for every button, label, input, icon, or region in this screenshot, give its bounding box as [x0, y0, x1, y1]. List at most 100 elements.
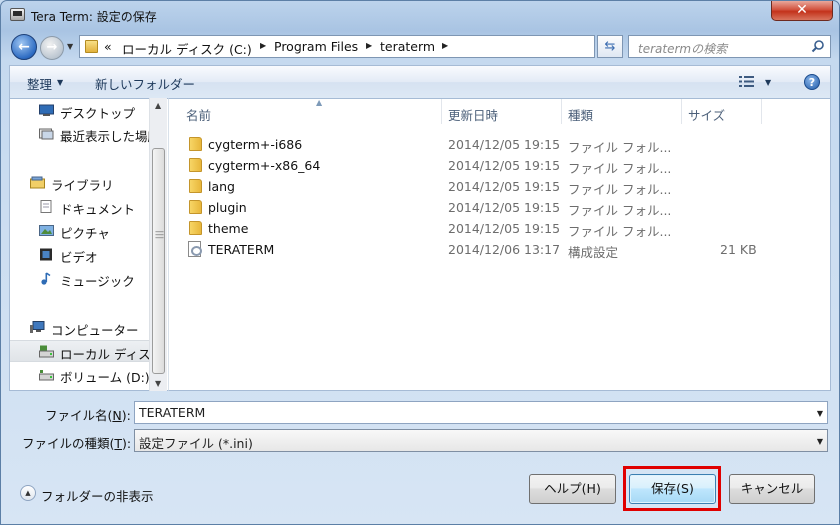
sidebar-item-music[interactable]: ミュージック — [10, 268, 151, 290]
navigation-pane[interactable]: デスクトップ 最近表示した場所 ライブラリ ドキュメント ピクチャ ビデオ ミュ… — [9, 98, 168, 391]
column-header-name[interactable]: 名前 ▲ — [180, 98, 442, 124]
navigation-scrollbar[interactable]: ▲ — — — ▼ — [149, 98, 167, 391]
filetype-value: 設定ファイル (*.ini) — [139, 436, 253, 451]
file-type: 構成設定 — [568, 245, 619, 260]
sidebar-item-label: ミュージック — [60, 274, 135, 289]
address-bar[interactable]: « ローカル ディスク (C:) ▶ Program Files ▶ terat… — [79, 35, 595, 58]
file-type: ファイル フォル... — [568, 182, 672, 197]
file-type: ファイル フォル... — [568, 161, 672, 176]
forward-arrow-icon[interactable]: → — [40, 36, 64, 60]
documents-icon — [40, 200, 52, 213]
breadcrumb-arrow-icon[interactable]: ▶ — [260, 41, 266, 50]
collapse-up-icon[interactable]: ▲ — [20, 485, 36, 501]
filename-field[interactable]: TERATERM ▼ — [134, 401, 828, 424]
folder-icon — [189, 200, 202, 214]
breadcrumb-local-disk[interactable]: ローカル ディスク (C:) — [122, 39, 252, 58]
sidebar-item-computer[interactable]: コンピューター — [10, 317, 151, 339]
sidebar-item-videos[interactable]: ビデオ — [10, 244, 151, 266]
sidebar-item-volume-d[interactable]: ボリューム (D:) — [10, 364, 151, 386]
file-date: 2014/12/05 19:15 — [448, 137, 561, 152]
videos-icon — [40, 248, 52, 261]
sidebar-item-library[interactable]: ライブラリ — [10, 172, 151, 194]
file-date: 2014/12/06 13:17 — [448, 242, 561, 257]
file-name: cygterm+-i686 — [208, 137, 303, 152]
sidebar-item-local-disk-c[interactable]: ローカル ディスク (C:) — [10, 340, 151, 362]
sidebar-item-pictures[interactable]: ピクチャ — [10, 220, 151, 242]
filetype-select[interactable]: 設定ファイル (*.ini) ▼ — [134, 429, 828, 452]
file-list[interactable]: 名前 ▲ 更新日時 種類 サイズ cygterm+-i686 2014/12/0… — [168, 98, 831, 391]
cancel-button[interactable]: キャンセル — [729, 474, 815, 504]
scrollbar-thumb[interactable] — [152, 148, 165, 374]
save-button-highlight — [623, 466, 721, 511]
hide-folders-toggle[interactable]: フォルダーの非表示 — [41, 486, 154, 505]
breadcrumb-arrow-icon[interactable]: ▶ — [366, 41, 372, 50]
file-row[interactable]: cygterm+-x86_64 2014/12/05 19:15 ファイル フォ… — [169, 155, 829, 176]
file-type: ファイル フォル... — [568, 140, 672, 155]
folder-icon — [189, 137, 202, 151]
library-icon — [30, 176, 45, 189]
back-arrow-icon[interactable]: ← — [11, 34, 37, 60]
sort-caret-icon: ▲ — [316, 98, 323, 107]
breadcrumb-teraterm[interactable]: teraterm — [380, 39, 435, 54]
column-header-size[interactable]: サイズ — [682, 99, 762, 124]
sidebar-item-label: コンピューター — [51, 323, 139, 338]
file-date: 2014/12/05 19:15 — [448, 221, 561, 236]
close-button[interactable]: ✕ — [771, 1, 833, 21]
sidebar-item-label: 最近表示した場所 — [60, 129, 151, 144]
title-bar[interactable]: Tera Term: 設定の保存 ✕ — [1, 1, 839, 29]
sidebar-item-desktop[interactable]: デスクトップ — [10, 100, 151, 122]
scrollbar-grip-icon: — — — — [155, 227, 164, 243]
organize-menu[interactable]: 整理 — [27, 74, 52, 93]
column-header-label: 名前 — [186, 108, 212, 123]
file-type: ファイル フォル... — [568, 203, 672, 218]
file-name: TERATERM — [208, 242, 275, 257]
column-header-label: 更新日時 — [448, 108, 499, 123]
config-file-icon — [188, 241, 202, 257]
sidebar-item-label: ローカル ディスク (C:) — [60, 347, 151, 362]
sidebar-item-label: ドキュメント — [60, 202, 136, 217]
file-row[interactable]: lang 2014/12/05 19:15 ファイル フォル... — [169, 176, 829, 197]
command-bar: 整理 ▼ 新しいフォルダー ▼ ? — [9, 65, 831, 98]
help-icon[interactable]: ? — [804, 74, 820, 90]
file-name: lang — [208, 179, 235, 194]
organize-dropdown-icon[interactable]: ▼ — [57, 78, 63, 87]
help-button[interactable]: ヘルプ(H) — [529, 474, 616, 504]
desktop-icon — [39, 104, 54, 116]
sidebar-item-recent-places[interactable]: 最近表示した場所 — [10, 123, 151, 145]
column-header-label: サイズ — [688, 108, 726, 123]
chevron-down-icon[interactable]: ▼ — [817, 409, 823, 418]
column-header-date[interactable]: 更新日時 — [442, 99, 562, 124]
search-box[interactable]: teratermの検索 — [628, 35, 831, 58]
view-options-icon[interactable] — [739, 75, 755, 88]
view-dropdown-icon[interactable]: ▼ — [765, 78, 771, 87]
sidebar-item-label: デスクトップ — [60, 106, 136, 121]
file-name: cygterm+-x86_64 — [208, 158, 321, 173]
music-icon — [41, 272, 51, 285]
breadcrumb-arrow-icon[interactable]: ▶ — [442, 41, 448, 50]
recent-pages-dropdown-icon[interactable]: ▼ — [67, 42, 73, 51]
column-header-label: 種類 — [568, 108, 594, 123]
breadcrumb-program-files[interactable]: Program Files — [274, 39, 358, 54]
search-icon[interactable] — [811, 39, 825, 53]
refresh-icon[interactable]: ⇆ — [597, 35, 623, 58]
column-header-type[interactable]: 種類 — [562, 99, 682, 124]
file-row[interactable]: cygterm+-i686 2014/12/05 19:15 ファイル フォル.… — [169, 134, 829, 155]
file-row[interactable]: plugin 2014/12/05 19:15 ファイル フォル... — [169, 197, 829, 218]
folder-icon — [85, 40, 98, 53]
file-date: 2014/12/05 19:15 — [448, 179, 561, 194]
sidebar-item-documents[interactable]: ドキュメント — [10, 196, 151, 218]
file-name: plugin — [208, 200, 247, 215]
window-title: Tera Term: 設定の保存 — [31, 10, 157, 24]
folder-icon — [189, 221, 202, 235]
filename-value[interactable]: TERATERM — [139, 405, 205, 420]
new-folder-button[interactable]: 新しいフォルダー — [95, 74, 195, 93]
file-row[interactable]: theme 2014/12/05 19:15 ファイル フォル... — [169, 218, 829, 239]
breadcrumb-overflow[interactable]: « — [104, 39, 112, 54]
scroll-up-arrow-icon[interactable]: ▲ — [155, 101, 161, 110]
chevron-down-icon[interactable]: ▼ — [817, 437, 823, 446]
drive-icon — [39, 345, 54, 358]
search-input[interactable]: teratermの検索 — [638, 40, 727, 57]
file-row[interactable]: TERATERM 2014/12/06 13:17 構成設定 21 KB — [169, 239, 829, 260]
scroll-down-arrow-icon[interactable]: ▼ — [155, 379, 161, 388]
folder-icon — [189, 179, 202, 193]
